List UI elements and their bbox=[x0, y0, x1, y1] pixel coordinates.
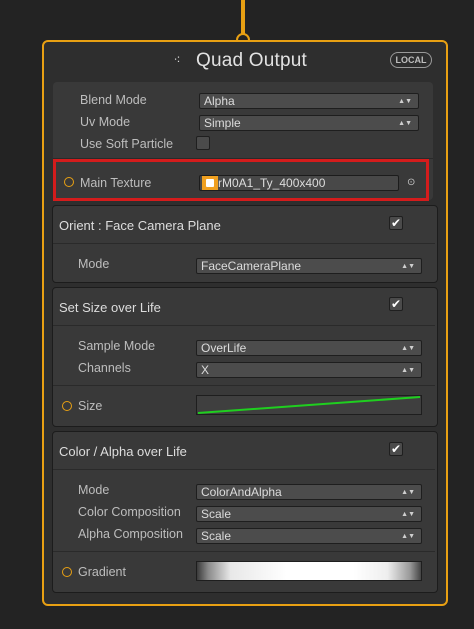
dropdown-arrow-icon: ▲▼ bbox=[401, 263, 415, 270]
dropdown-arrow-icon: ▲▼ bbox=[398, 98, 412, 105]
main-texture-field[interactable]: rM0A1_Ty_400x400 bbox=[199, 175, 399, 191]
alpha-composition-label: Alpha Composition bbox=[78, 527, 183, 541]
size-port[interactable] bbox=[62, 401, 72, 411]
color-composition-value: Scale bbox=[201, 507, 232, 521]
color-composition-dropdown[interactable]: Scale ▲▼ bbox=[196, 506, 422, 522]
check-icon: ✔ bbox=[390, 297, 402, 311]
color-enable-checkbox[interactable]: ✔ bbox=[389, 442, 403, 456]
channels-dropdown[interactable]: X ▲▼ bbox=[196, 362, 422, 378]
size-curve-field[interactable] bbox=[196, 395, 422, 415]
size-enable-checkbox[interactable]: ✔ bbox=[389, 297, 403, 311]
dropdown-arrow-icon: ▲▼ bbox=[401, 511, 415, 518]
use-soft-particle-label: Use Soft Particle bbox=[80, 137, 174, 151]
dropdown-arrow-icon: ▲▼ bbox=[401, 489, 415, 496]
dropdown-arrow-icon: ▲▼ bbox=[401, 367, 415, 374]
main-texture-label: Main Texture bbox=[80, 176, 152, 190]
divider bbox=[53, 469, 435, 470]
texture-thumbnail-detail bbox=[206, 179, 214, 187]
main-texture-value: rM0A1_Ty_400x400 bbox=[218, 176, 326, 190]
divider bbox=[53, 243, 435, 244]
gradient-port[interactable] bbox=[62, 567, 72, 577]
dropdown-arrow-icon: ▲▼ bbox=[401, 533, 415, 540]
orient-enable-checkbox[interactable]: ✔ bbox=[389, 216, 403, 230]
divider bbox=[53, 551, 435, 552]
size-label: Size bbox=[78, 399, 103, 413]
orient-mode-label: Mode bbox=[78, 257, 110, 271]
main-texture-port[interactable] bbox=[64, 177, 74, 187]
color-composition-label: Color Composition bbox=[78, 505, 181, 519]
use-soft-particle-checkbox[interactable] bbox=[196, 136, 210, 150]
divider bbox=[53, 325, 435, 326]
dropdown-arrow-icon: ▲▼ bbox=[398, 120, 412, 127]
channels-label: Channels bbox=[78, 361, 131, 375]
color-block-title: Color / Alpha over Life bbox=[59, 444, 187, 459]
orient-mode-dropdown[interactable]: FaceCameraPlane ▲▼ bbox=[196, 258, 422, 274]
sample-mode-value: OverLife bbox=[201, 341, 247, 355]
output-icon: ⁖ bbox=[173, 53, 181, 67]
orient-block-title: Orient : Face Camera Plane bbox=[59, 218, 221, 233]
sample-mode-label: Sample Mode bbox=[78, 339, 156, 353]
check-icon: ✔ bbox=[390, 216, 402, 230]
uv-mode-label: Uv Mode bbox=[80, 115, 131, 129]
uv-mode-value: Simple bbox=[204, 116, 241, 130]
gradient-label: Gradient bbox=[78, 565, 126, 579]
object-picker-icon[interactable]: ⊙ bbox=[407, 178, 417, 188]
uv-mode-dropdown[interactable]: Simple ▲▼ bbox=[199, 115, 419, 131]
size-curve-graph bbox=[197, 396, 421, 414]
blend-mode-value: Alpha bbox=[204, 94, 235, 108]
local-badge[interactable]: LOCAL bbox=[390, 52, 432, 68]
color-mode-label: Mode bbox=[78, 483, 110, 497]
alpha-composition-value: Scale bbox=[201, 529, 232, 543]
channels-value: X bbox=[201, 363, 210, 377]
size-block-title: Set Size over Life bbox=[59, 300, 161, 315]
orient-mode-value: FaceCameraPlane bbox=[201, 259, 302, 273]
color-mode-dropdown[interactable]: ColorAndAlpha ▲▼ bbox=[196, 484, 422, 500]
node-title: Quad Output bbox=[196, 50, 307, 71]
check-icon: ✔ bbox=[390, 442, 402, 456]
dropdown-arrow-icon: ▲▼ bbox=[401, 345, 415, 352]
blend-mode-dropdown[interactable]: Alpha ▲▼ bbox=[199, 93, 419, 109]
gradient-field[interactable] bbox=[196, 561, 422, 581]
divider bbox=[53, 385, 435, 386]
color-mode-value: ColorAndAlpha bbox=[201, 485, 282, 499]
size-curve-line bbox=[197, 396, 421, 414]
sample-mode-dropdown[interactable]: OverLife ▲▼ bbox=[196, 340, 422, 356]
blend-mode-label: Blend Mode bbox=[80, 93, 147, 107]
alpha-composition-dropdown[interactable]: Scale ▲▼ bbox=[196, 528, 422, 544]
